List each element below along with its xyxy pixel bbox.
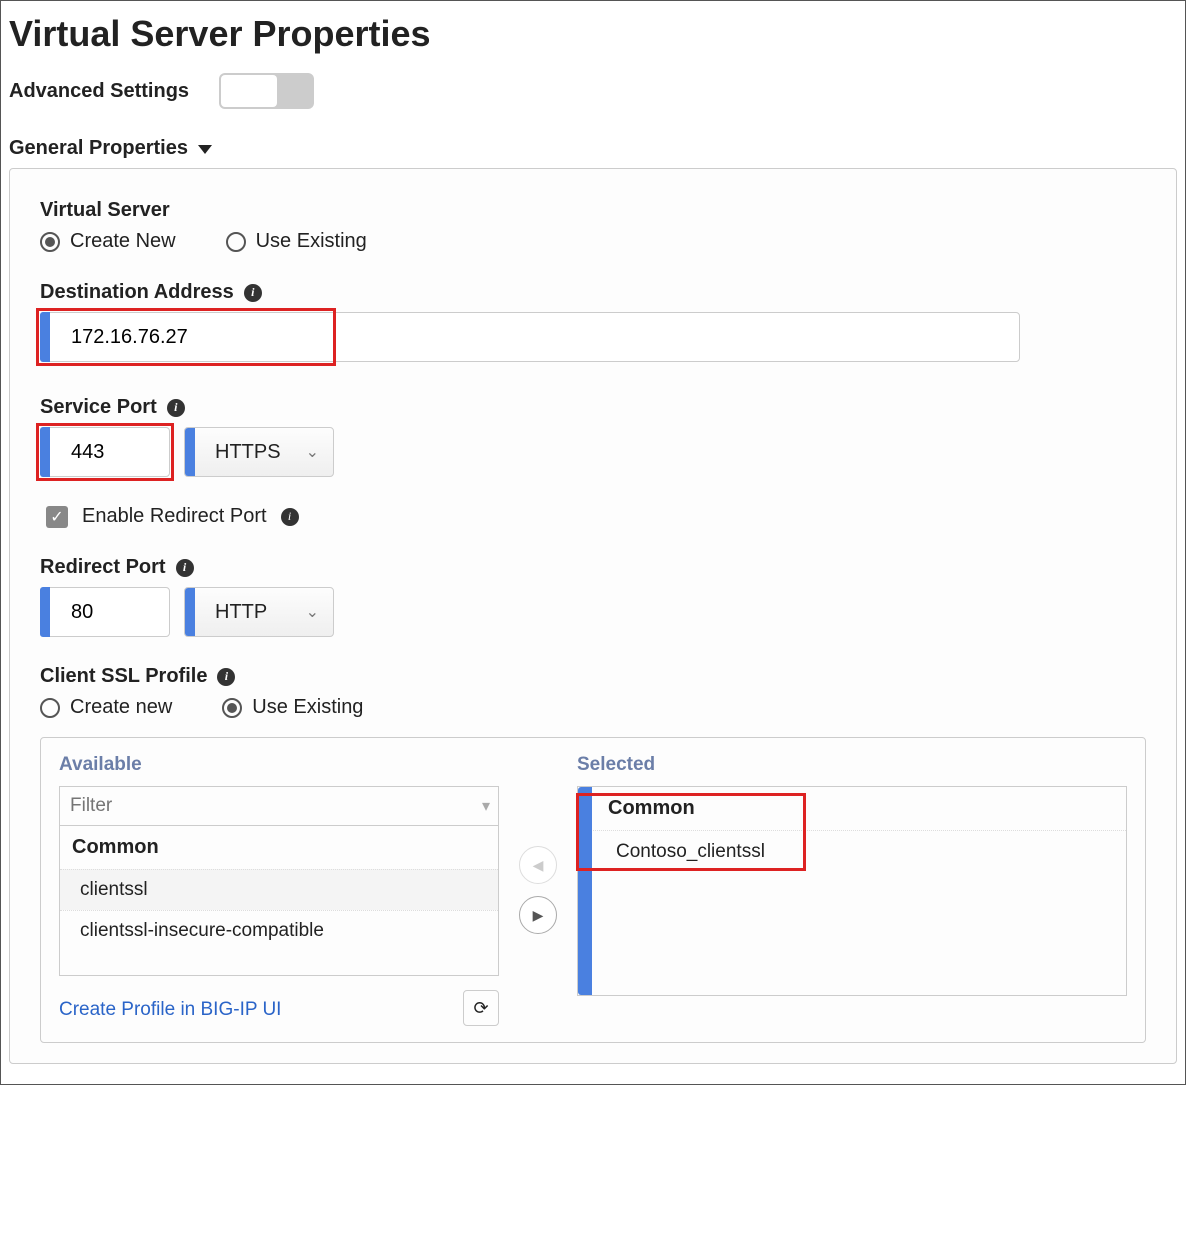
client-ssl-profile-text: Client SSL Profile [40, 665, 207, 688]
ssl-radio-use-existing[interactable]: Use Existing [222, 696, 363, 719]
radio-use-existing-label: Use Existing [256, 230, 367, 253]
ssl-move-buttons: ◀ ▶ [519, 754, 557, 1026]
arrow-left-icon: ◀ [533, 857, 544, 874]
virtual-server-label: Virtual Server [40, 199, 1146, 222]
required-bar [578, 787, 592, 995]
redirect-port-text: Redirect Port [40, 556, 166, 579]
virtual-server-radio-row: Create New Use Existing [40, 230, 1146, 253]
redirect-port-input[interactable] [40, 587, 170, 637]
ssl-selected-list: Common Contoso_clientssl [577, 786, 1127, 996]
info-icon[interactable]: i [176, 559, 194, 577]
advanced-settings-label: Advanced Settings [9, 80, 189, 103]
required-bar [40, 312, 50, 362]
ssl-available-header: Available [59, 754, 499, 776]
service-port-text: Service Port [40, 396, 157, 419]
radio-icon [222, 698, 242, 718]
service-port-wrap [40, 427, 170, 477]
enable-redirect-row: ✓ Enable Redirect Port i [46, 505, 1146, 528]
redirect-port-label: Redirect Port i [40, 556, 1146, 579]
destination-address-wrap [40, 312, 1146, 362]
advanced-settings-row: Advanced Settings [9, 73, 1177, 109]
page-title: Virtual Server Properties [9, 13, 1177, 55]
client-ssl-profile-label: Client SSL Profile i [40, 665, 1146, 688]
refresh-icon: ⟳ [473, 998, 488, 1019]
chevron-down-icon: ⌄ [306, 442, 319, 462]
ssl-available-column: Available ▾ Common clientssl clientssl-i… [59, 754, 499, 1026]
redirect-port-wrap [40, 587, 170, 637]
destination-address-label: Destination Address i [40, 281, 1146, 304]
ssl-selected-group: Common [578, 787, 1126, 831]
general-properties-header[interactable]: General Properties [9, 137, 1177, 160]
ssl-filter-input[interactable] [68, 794, 464, 818]
ssl-selected-column: Selected Common Contoso_clientssl [577, 754, 1127, 1026]
enable-redirect-label: Enable Redirect Port [82, 505, 267, 528]
required-bar [185, 588, 195, 636]
ssl-available-list[interactable]: Common clientssl clientssl-insecure-comp… [59, 826, 499, 976]
destination-address-text: Destination Address [40, 281, 234, 304]
chevron-down-icon: ⌄ [306, 602, 319, 622]
list-item[interactable]: Contoso_clientssl [578, 831, 1126, 873]
info-icon[interactable]: i [167, 399, 185, 417]
list-item[interactable]: clientssl [60, 869, 498, 910]
filter-icon[interactable]: ▾ [482, 796, 490, 816]
ssl-filter-row: ▾ [59, 786, 499, 826]
ssl-group-header: Common [60, 826, 498, 869]
ssl-radio-create-new[interactable]: Create new [40, 696, 172, 719]
move-right-button[interactable]: ▶ [519, 896, 557, 934]
advanced-settings-toggle[interactable] [219, 73, 314, 109]
ssl-radio-use-existing-label: Use Existing [252, 696, 363, 719]
arrow-right-icon: ▶ [533, 907, 544, 924]
redirect-port-protocol-select[interactable]: HTTP ⌄ [184, 587, 334, 637]
redirect-port-protocol-value: HTTP [215, 601, 267, 624]
required-bar [185, 428, 195, 476]
ssl-radio-create-new-label: Create new [70, 696, 172, 719]
refresh-button[interactable]: ⟳ [463, 990, 499, 1026]
caret-down-icon [198, 145, 212, 154]
destination-address-input[interactable] [40, 312, 1020, 362]
service-port-input[interactable] [40, 427, 170, 477]
radio-icon [40, 232, 60, 252]
page-root: Virtual Server Properties Advanced Setti… [0, 0, 1186, 1085]
general-properties-label: General Properties [9, 137, 188, 160]
radio-create-new-label: Create New [70, 230, 176, 253]
ssl-profile-radio-row: Create new Use Existing [40, 696, 1146, 719]
radio-use-existing[interactable]: Use Existing [226, 230, 367, 253]
radio-icon [226, 232, 246, 252]
ssl-selected-header: Selected [577, 754, 1127, 776]
info-icon[interactable]: i [281, 508, 299, 526]
move-left-button[interactable]: ◀ [519, 846, 557, 884]
service-port-label: Service Port i [40, 396, 1146, 419]
required-bar [40, 427, 50, 477]
service-port-protocol-value: HTTPS [215, 441, 281, 464]
info-icon[interactable]: i [217, 668, 235, 686]
ssl-profile-picker: Available ▾ Common clientssl clientssl-i… [40, 737, 1146, 1043]
radio-icon [40, 698, 60, 718]
general-properties-panel: Virtual Server Create New Use Existing D… [9, 168, 1177, 1064]
create-profile-link[interactable]: Create Profile in BIG-IP UI [59, 999, 281, 1021]
required-bar [40, 587, 50, 637]
radio-create-new[interactable]: Create New [40, 230, 176, 253]
info-icon[interactable]: i [244, 284, 262, 302]
service-port-protocol-select[interactable]: HTTPS ⌄ [184, 427, 334, 477]
list-item[interactable]: clientssl-insecure-compatible [60, 910, 498, 951]
enable-redirect-checkbox[interactable]: ✓ [46, 506, 68, 528]
toggle-knob [221, 75, 277, 107]
